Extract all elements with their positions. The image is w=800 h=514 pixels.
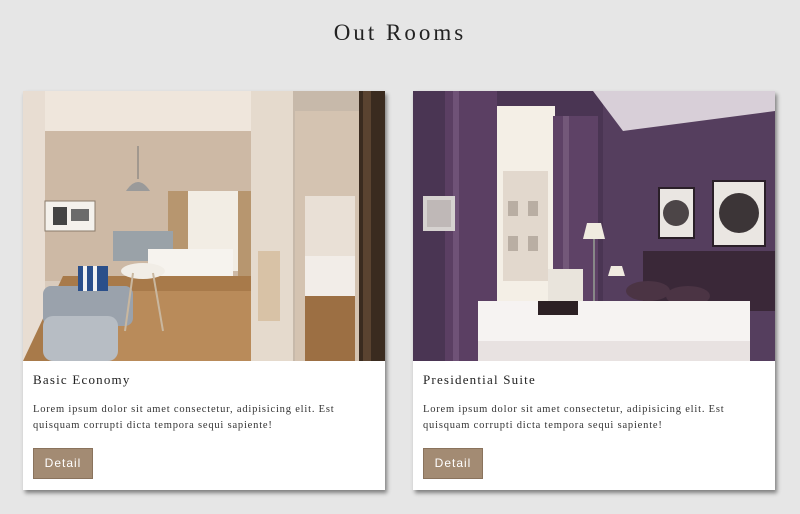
detail-button[interactable]: Detail bbox=[33, 448, 93, 479]
detail-button[interactable]: Detail bbox=[423, 448, 483, 479]
room-title: Basic Economy bbox=[33, 372, 131, 387]
room-card-basic-economy: Basic Economy Lorem ipsum dolor sit amet… bbox=[23, 91, 385, 490]
room-description: Lorem ipsum dolor sit amet consectetur, … bbox=[33, 404, 335, 431]
room-photo bbox=[413, 91, 775, 361]
room-card-presidential-suite: Presidential Suite Lorem ipsum dolor sit… bbox=[413, 91, 775, 490]
section-title: Out Rooms bbox=[333, 20, 467, 45]
room-photo bbox=[23, 91, 385, 361]
room-description: Lorem ipsum dolor sit amet consectetur, … bbox=[423, 404, 725, 431]
room-title: Presidential Suite bbox=[423, 372, 536, 387]
